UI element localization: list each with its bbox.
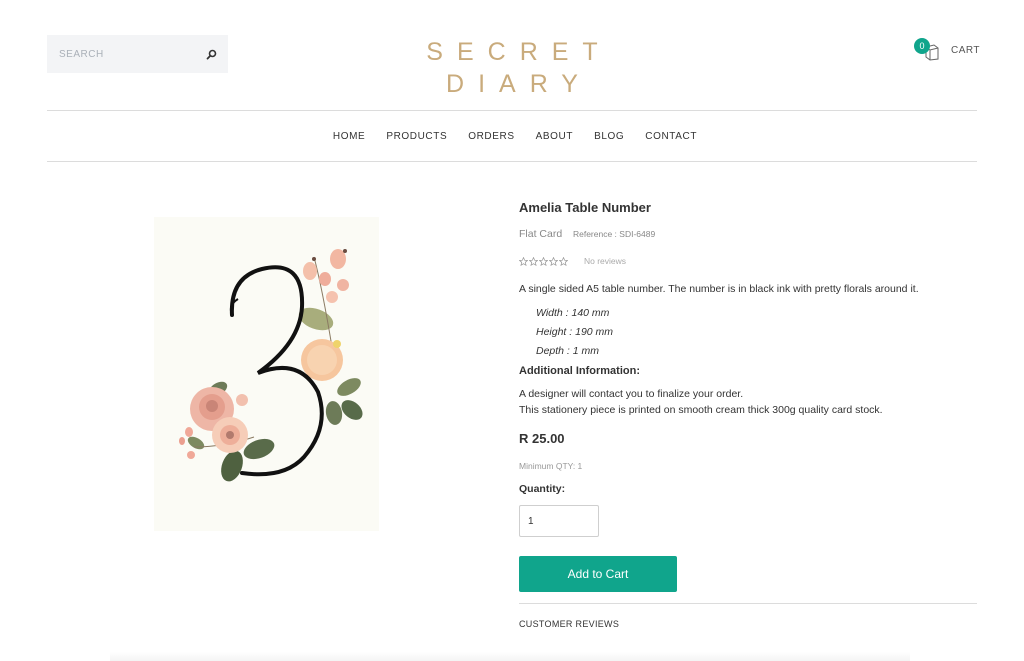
cart-button[interactable]: 0 CART: [914, 38, 980, 64]
quantity-input[interactable]: [519, 505, 599, 537]
search-box: [47, 35, 228, 73]
reviews-divider: [519, 603, 977, 604]
product-meta: Flat Card Reference : SDI-6489: [519, 228, 655, 240]
product-image[interactable]: 3: [154, 217, 379, 531]
search-input[interactable]: [47, 35, 197, 73]
dimension-depth: Depth : 1 mm: [536, 345, 600, 357]
star-icon: [549, 256, 558, 266]
nav-divider: [47, 161, 977, 162]
product-type: Flat Card: [519, 228, 563, 240]
quantity-label: Quantity:: [519, 483, 566, 495]
product-price: R 25.00: [519, 431, 565, 446]
customer-reviews-heading[interactable]: CUSTOMER REVIEWS: [519, 619, 619, 629]
additional-info-line: A designer will contact you to finalize …: [519, 388, 744, 400]
reviews-count: No reviews: [584, 256, 627, 266]
nav-products[interactable]: PRODUCTS: [376, 131, 458, 142]
star-icon: [539, 256, 548, 266]
product-reference: Reference : SDI-6489: [572, 229, 656, 239]
nav-contact[interactable]: CONTACT: [635, 131, 708, 142]
product-rating[interactable]: No reviews: [519, 255, 626, 267]
additional-info-text: A designer will contact you to finalize …: [519, 386, 883, 418]
page-bottom-shadow: [110, 652, 910, 661]
dimension-height: Height : 190 mm: [536, 326, 614, 338]
cart-count-badge: 0: [914, 38, 930, 54]
product-title: Amelia Table Number: [519, 200, 651, 215]
nav-blog[interactable]: BLOG: [584, 131, 635, 142]
minimum-quantity: Minimum QTY: 1: [519, 461, 583, 471]
add-to-cart-button[interactable]: Add to Cart: [519, 556, 677, 592]
main-nav: HOME PRODUCTS ORDERS ABOUT BLOG CONTACT: [0, 111, 1024, 161]
nav-home[interactable]: HOME: [322, 131, 375, 142]
star-rating: [519, 256, 568, 266]
search-icon[interactable]: [205, 48, 218, 61]
star-icon: [529, 256, 538, 266]
additional-info-line: This stationery piece is printed on smoo…: [519, 404, 883, 416]
site-logo[interactable]: SECRET DIARY: [340, 36, 684, 100]
product-description: A single sided A5 table number. The numb…: [519, 283, 919, 295]
additional-info-heading: Additional Information:: [519, 365, 640, 377]
nav-orders[interactable]: ORDERS: [458, 131, 525, 142]
dimension-width: Width : 140 mm: [536, 307, 610, 319]
star-icon: [559, 256, 568, 266]
star-icon: [519, 256, 528, 266]
cart-label: CART: [951, 45, 981, 56]
nav-about[interactable]: ABOUT: [525, 131, 583, 142]
product-dimensions: Width : 140 mm Height : 190 mm Depth : 1…: [536, 304, 613, 361]
